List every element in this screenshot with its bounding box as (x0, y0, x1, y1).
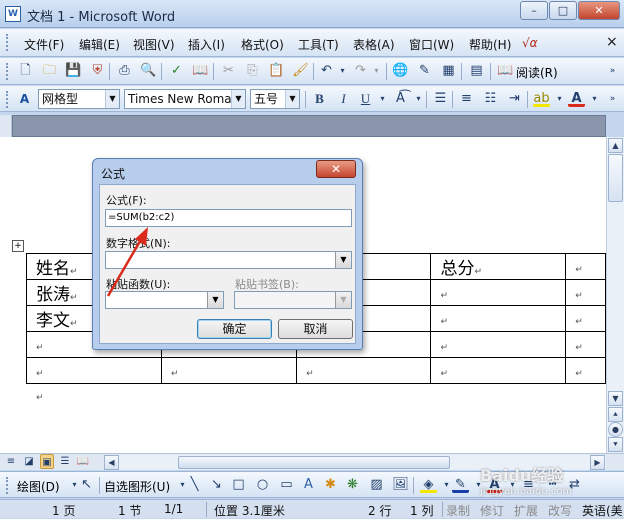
status-line: 2 行 (368, 504, 392, 518)
diagram-icon[interactable]: ✱ (322, 477, 339, 493)
scroll-left-icon[interactable]: ◀ (104, 455, 119, 470)
toolbar-grip-icon[interactable] (6, 477, 10, 494)
picture-icon[interactable]: ▨ (368, 477, 385, 493)
horizontal-scroll-thumb[interactable] (178, 456, 450, 469)
arrow-icon[interactable]: ↘ (208, 477, 225, 493)
rectangle-icon[interactable]: □ (230, 477, 247, 493)
watermark-text: Baidu经验 (480, 466, 564, 485)
reading-view-icon[interactable]: 📖 (76, 454, 90, 469)
text-box-icon[interactable]: ▭ (278, 477, 295, 493)
annotation-arrow (106, 227, 148, 297)
watermark: Baidu经验 jingyan.baidu.com (480, 462, 610, 506)
web-view-icon[interactable]: ◪ (22, 454, 36, 469)
line-color-icon[interactable]: ✎ (452, 477, 469, 493)
select-objects-icon[interactable]: ↖ (78, 477, 95, 493)
status-page-of: 1/1 (164, 502, 184, 516)
print-layout-view-icon[interactable]: ▣ (40, 454, 54, 469)
draw-menu-button[interactable]: 绘图(D) (17, 478, 60, 495)
watermark-url: jingyan.baidu.com (480, 486, 573, 497)
wordart-icon[interactable]: A (300, 477, 317, 493)
oval-icon[interactable]: ○ (254, 477, 271, 493)
line-icon[interactable]: ╲ (186, 477, 203, 493)
outline-view-icon[interactable]: ☰ (58, 454, 72, 469)
status-position: 位置 3.1厘米 (214, 504, 285, 518)
arrow-head (135, 227, 148, 246)
clip-art-icon[interactable]: ❋ (344, 477, 361, 493)
status-divider (442, 502, 443, 517)
arrow-shaft (106, 235, 145, 297)
status-divider (206, 502, 207, 517)
status-section: 1 节 (118, 504, 142, 518)
fill-color-icon[interactable]: ◈ (420, 477, 437, 493)
status-record[interactable]: 录制 (446, 502, 470, 519)
toolbar-separator (413, 477, 414, 494)
status-page: 1 页 (52, 504, 76, 518)
autoshapes-menu-button[interactable]: 自选图形(U) (104, 478, 170, 495)
status-column: 1 列 (410, 504, 434, 518)
toolbar-separator (99, 477, 100, 494)
normal-view-icon[interactable]: ≡ (4, 454, 18, 469)
insert-picture-icon[interactable]: 🖼 (392, 477, 409, 493)
